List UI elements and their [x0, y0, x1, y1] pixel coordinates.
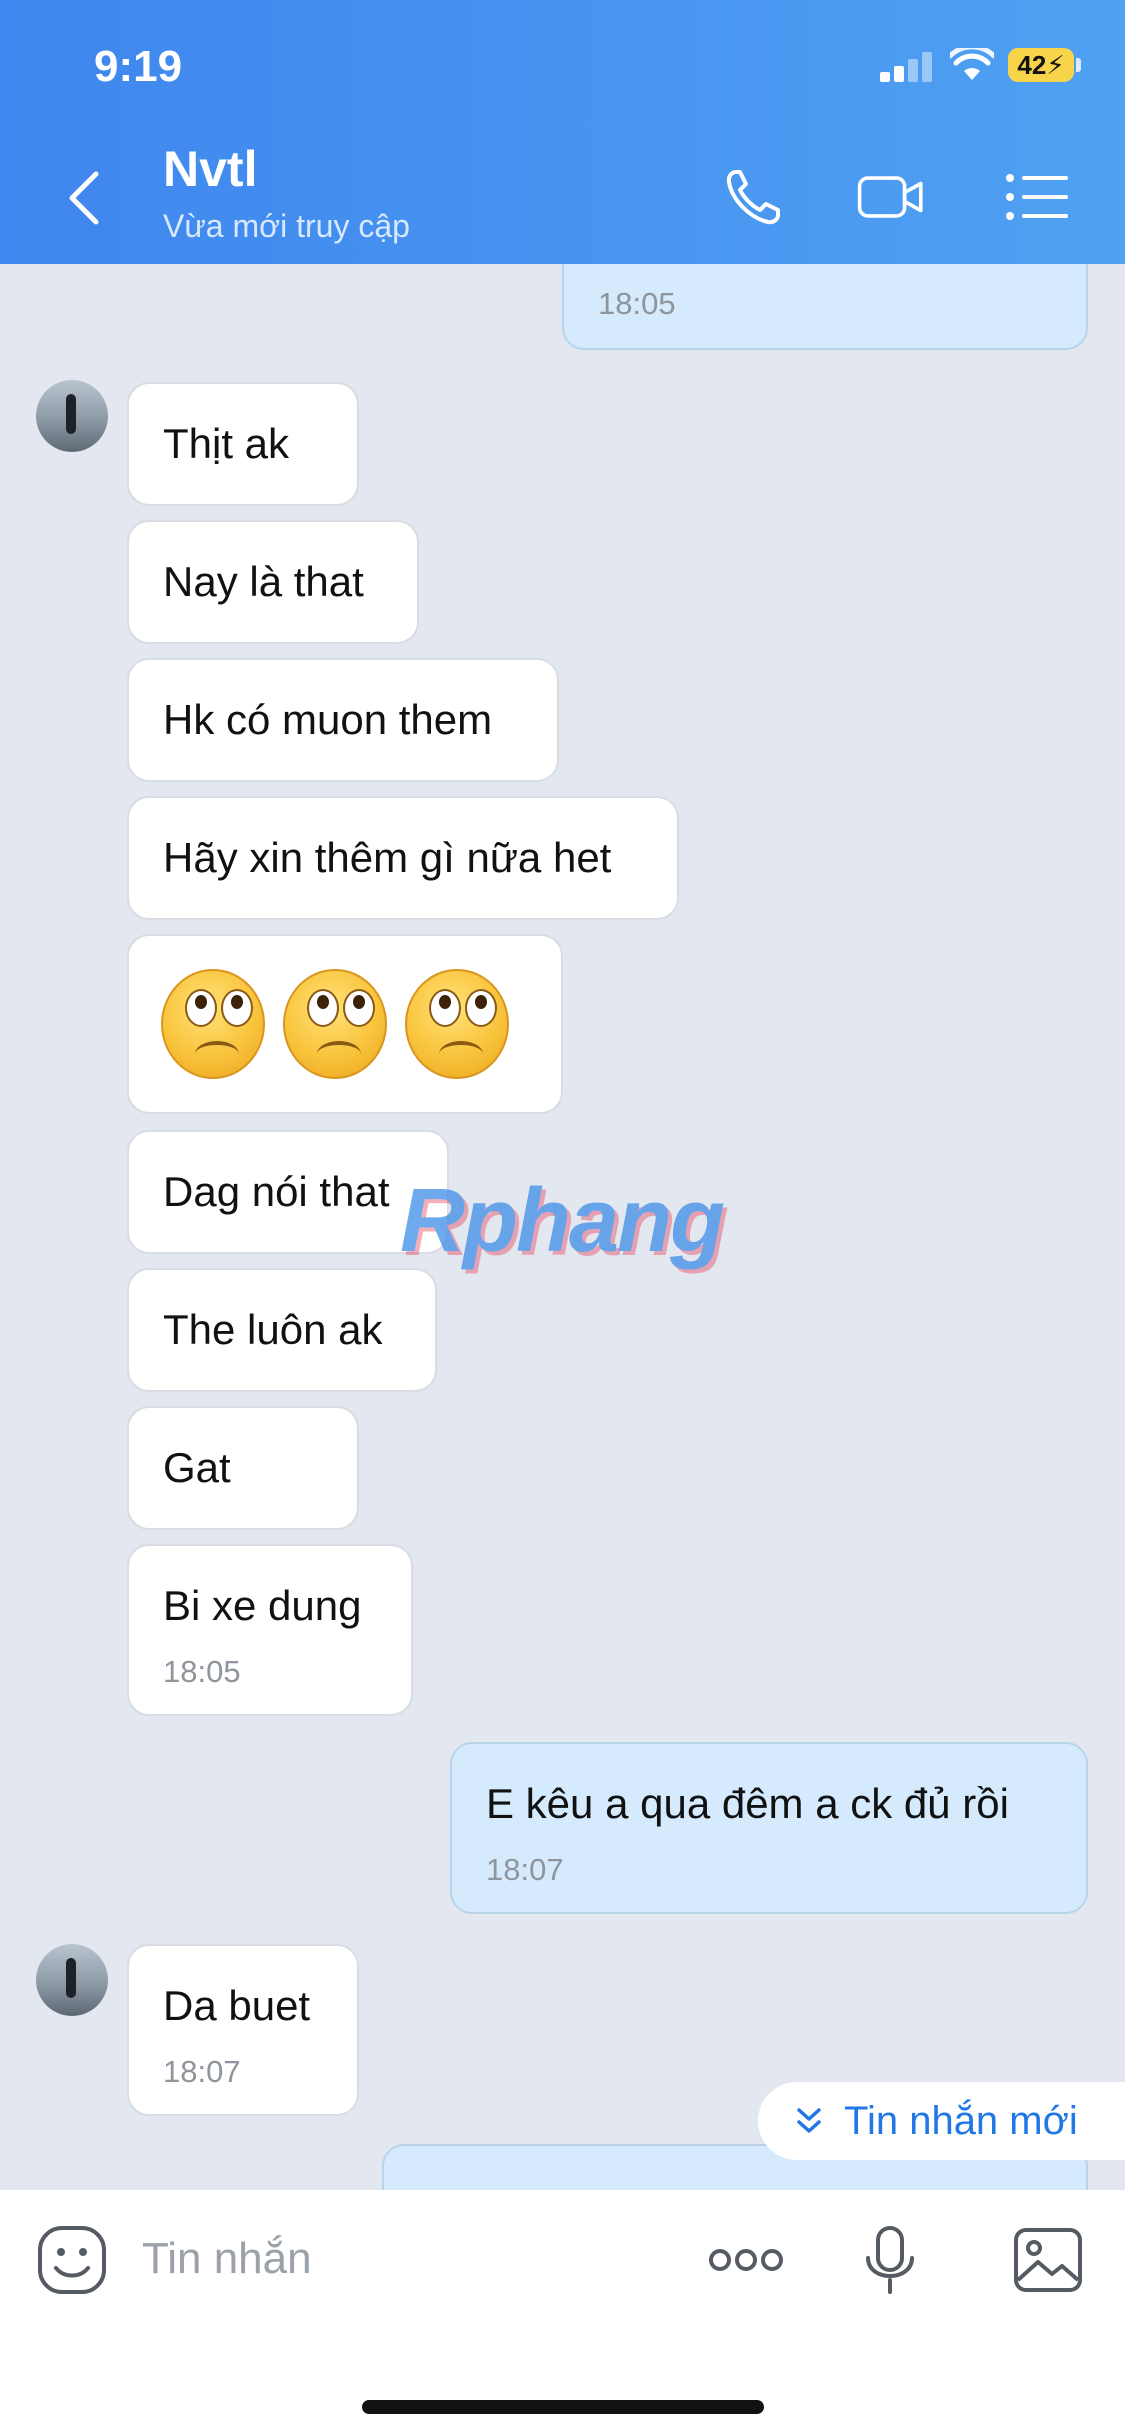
- watermark: Rphang: [400, 1171, 725, 1271]
- message-text: Da buet: [163, 1982, 311, 2029]
- incoming-message[interactable]: The luôn ak: [127, 1268, 437, 1392]
- double-chevron-down-icon: [797, 2108, 821, 2133]
- message-text: Bi xe dung: [163, 1582, 362, 1629]
- phone-call-icon[interactable]: [722, 164, 794, 230]
- sad-face-emoji: [405, 969, 509, 1079]
- message-time: 18:05: [163, 1654, 241, 1689]
- message-time: 18:07: [486, 1852, 564, 1887]
- image-gallery-icon[interactable]: [1010, 2222, 1086, 2298]
- new-messages-label: Tin nhắn mới: [844, 2098, 1078, 2143]
- message-text: Nay là that: [163, 558, 364, 605]
- message-time: 18:07: [163, 2054, 241, 2089]
- composer-bar: Tin nhắn: [0, 2190, 1125, 2436]
- contact-avatar[interactable]: [36, 1944, 108, 2016]
- battery-level: 42: [1017, 50, 1047, 80]
- more-options-icon[interactable]: [706, 2222, 786, 2298]
- video-call-icon[interactable]: [856, 164, 928, 230]
- message-input[interactable]: Tin nhắn: [142, 2234, 312, 2284]
- incoming-message[interactable]: Thịt ak: [127, 382, 359, 506]
- incoming-emoji-message[interactable]: [127, 934, 563, 1114]
- incoming-message[interactable]: Hãy xin thêm gì nữa het: [127, 796, 679, 920]
- message-text: Thịt ak: [163, 420, 290, 467]
- incoming-message[interactable]: Hk có muon them: [127, 658, 559, 782]
- message-text: Hãy xin thêm gì nữa het: [163, 834, 612, 881]
- cellular-signal-icon: [880, 52, 934, 82]
- sad-face-emoji: [283, 969, 387, 1079]
- sad-face-emoji: [161, 969, 265, 1079]
- home-indicator[interactable]: [362, 2400, 764, 2414]
- contact-status: Vừa mới truy cập: [163, 208, 410, 244]
- battery-indicator: 42⚡: [1008, 48, 1074, 82]
- microphone-icon[interactable]: [852, 2222, 928, 2298]
- contact-avatar[interactable]: [36, 380, 108, 452]
- battery-tip: [1076, 58, 1081, 72]
- incoming-message[interactable]: Da buet 18:07: [127, 1944, 359, 2116]
- incoming-message[interactable]: Gat: [127, 1406, 359, 1530]
- message-text: Dag nói that: [163, 1168, 390, 1215]
- message-text: The luôn ak: [163, 1306, 383, 1353]
- menu-list-icon[interactable]: [1002, 164, 1074, 230]
- back-arrow-icon[interactable]: [60, 168, 110, 228]
- outgoing-message[interactable]: E kêu a qua đêm a ck đủ rồi 18:07: [450, 1742, 1088, 1914]
- incoming-message[interactable]: Nay là that: [127, 520, 419, 644]
- message-time: 18:05: [598, 286, 676, 321]
- outgoing-message[interactable]: 18:05: [562, 264, 1088, 350]
- contact-name[interactable]: Nvtl: [163, 140, 257, 198]
- new-messages-button[interactable]: Tin nhắn mới: [758, 2082, 1125, 2160]
- status-time: 9:19: [94, 42, 183, 91]
- sticker-emoji-icon[interactable]: [34, 2222, 110, 2298]
- chat-header: 9:19 42⚡ Nvtl Vừa mới truy cập: [0, 0, 1125, 264]
- message-text: Hk có muon them: [163, 696, 493, 743]
- message-text: Gat: [163, 1444, 231, 1491]
- message-text: E kêu a qua đêm a ck đủ rồi: [486, 1780, 1009, 1827]
- wifi-icon: [950, 48, 994, 80]
- incoming-message[interactable]: Bi xe dung 18:05: [127, 1544, 413, 1716]
